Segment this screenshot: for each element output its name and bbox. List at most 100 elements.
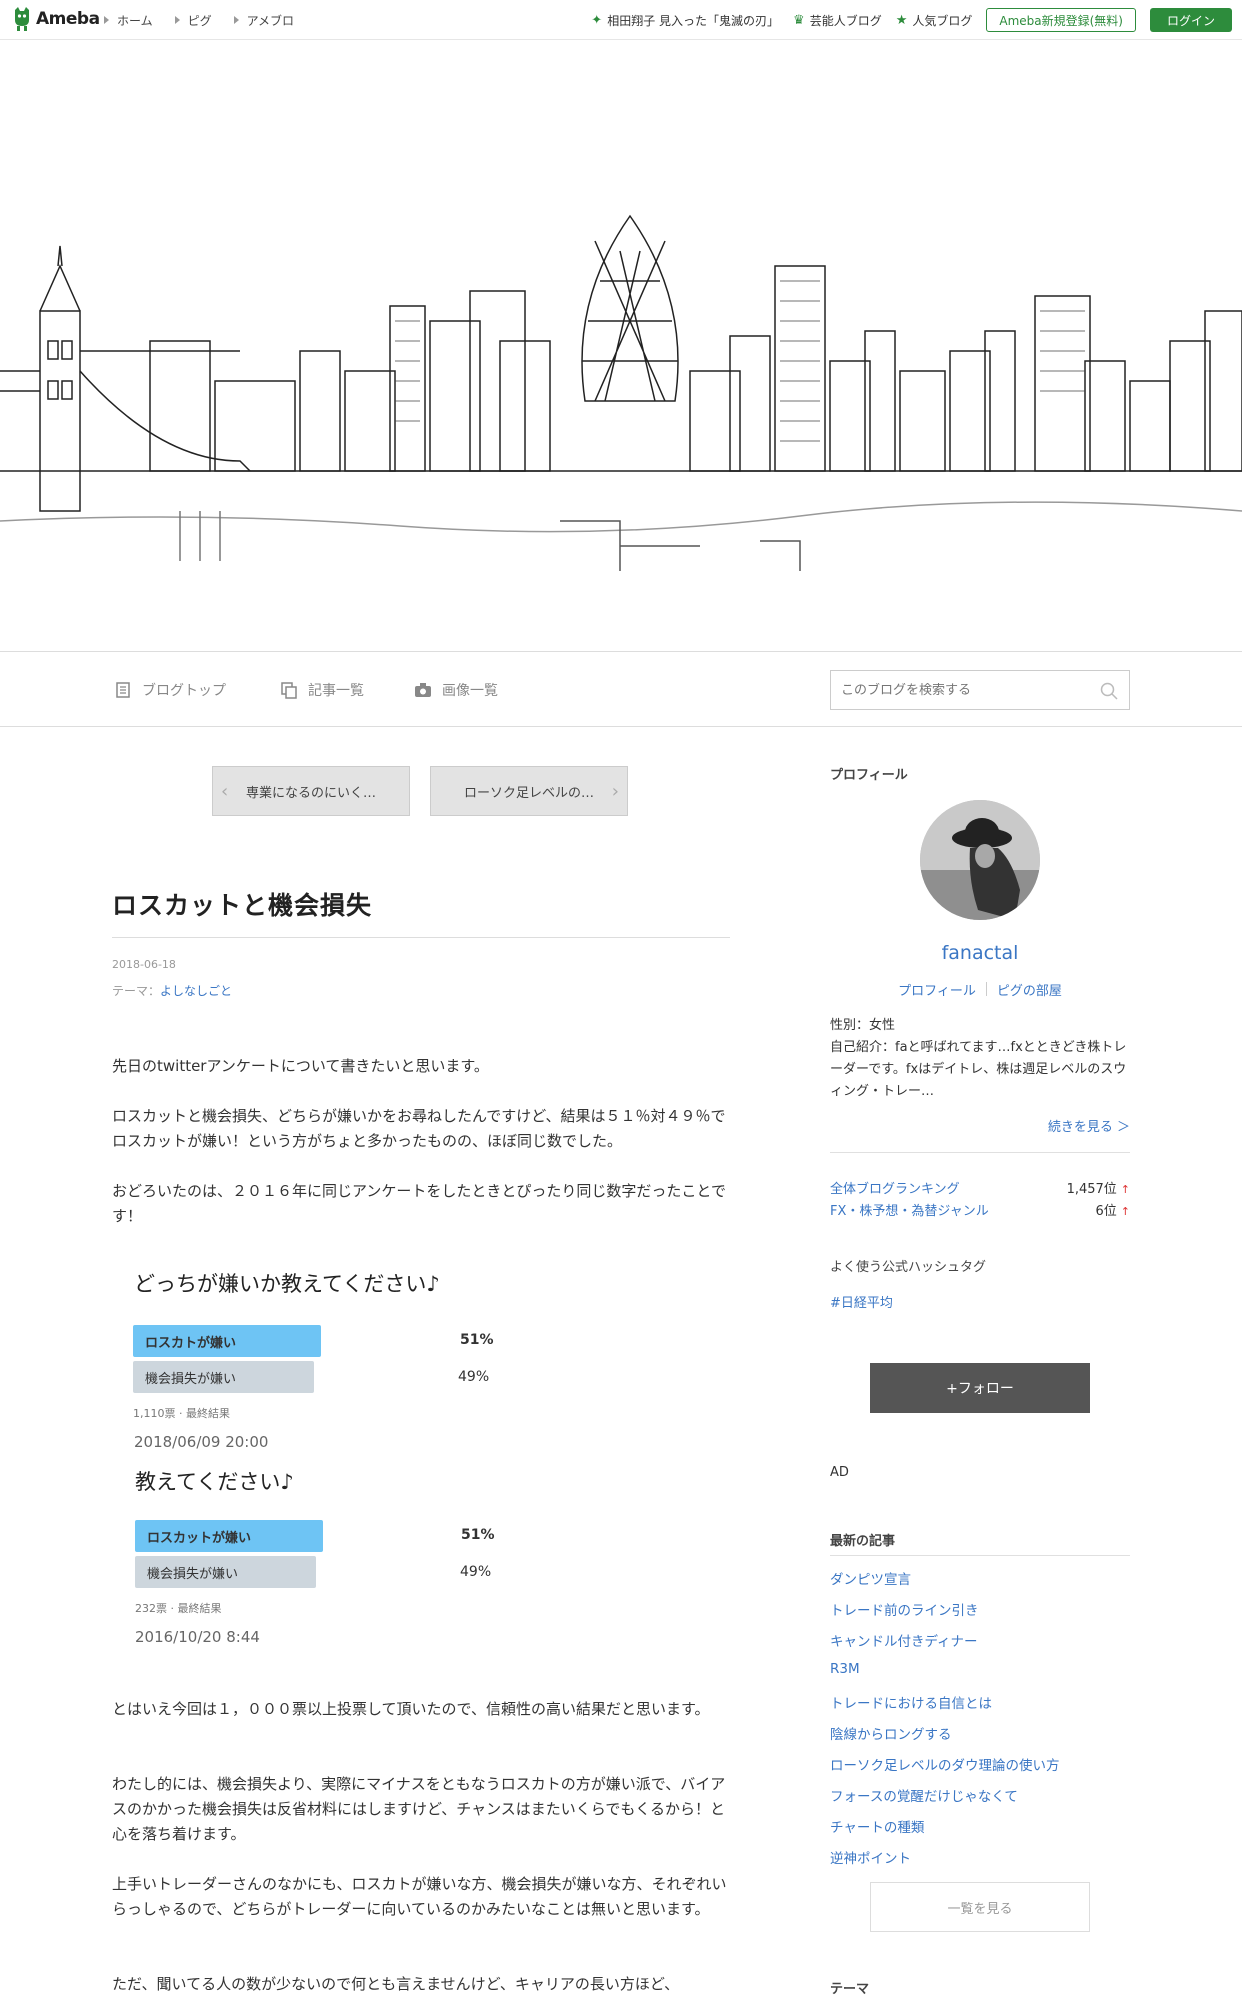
poll-option-bar: ロスカトが嫌い (133, 1325, 321, 1357)
recent-article-link[interactable]: ダンピツ宣言 (830, 1568, 911, 1588)
poll-percent: 49% (460, 1564, 492, 1580)
article-date: 2018-06-18 (112, 958, 176, 971)
recent-article-link[interactable]: 陰線からロングする (830, 1723, 952, 1743)
avatar-photo (920, 800, 1040, 920)
ranking-value: 6位 ↑ (1095, 1204, 1131, 1219)
triangle-right-icon (174, 16, 180, 24)
title-divider (112, 937, 730, 938)
recent-article-link[interactable]: トレード前のライン引き (830, 1599, 979, 1619)
poll-votes: 232票 · 最終結果 (135, 1602, 222, 1615)
profile-name[interactable]: fanactal (830, 942, 1130, 964)
header-image-skyline (0, 41, 1242, 651)
crown-icon: ♛ (793, 12, 805, 28)
register-button[interactable]: Ameba新規登録(無料) (986, 8, 1136, 32)
blog-top-link[interactable]: ブログトップ (114, 652, 226, 728)
recent-article-link[interactable]: キャンドル付きディナー (830, 1630, 978, 1650)
profile-more-link[interactable]: 続きを見る ＞ (1048, 1116, 1130, 1135)
global-right: ✦ 相田翔子 見入った「鬼滅の刃」 ♛ 芸能人ブログ ★ 人気ブログ Ameba新規登… (591, 0, 1232, 40)
theme-heading: テーマ (830, 1982, 870, 1997)
blog-nav: ブログトップ 記事一覧 画像一覧 (0, 651, 1242, 727)
blog-search-input[interactable] (841, 682, 1091, 698)
profile-intro: 自己紹介：faと呼ばれてます…fxとときどき株トレーダーです。fxはデイトレ、株… (830, 1040, 1127, 1099)
recent-article-link[interactable]: チャートの種類 (830, 1816, 924, 1836)
arrow-up-icon: ↑ (1120, 1183, 1130, 1196)
recent-article-link[interactable]: ローソク足レベルのダウ理論の使い方 (830, 1754, 1060, 1774)
logo-text: Ameba (36, 9, 100, 29)
global-nav: ホーム ピグ アメブロ (104, 0, 294, 40)
hashtag-link[interactable]: #日経平均 (830, 1292, 893, 1311)
ranking-row[interactable]: 全体ブログランキング 1,457位 ↑ (830, 1178, 1130, 1197)
recent-article-link[interactable]: フォースの覚醒だけじゃなくて (830, 1785, 1018, 1805)
copy-icon (281, 682, 297, 699)
recent-article-link[interactable]: トレードにおける自信とは (830, 1692, 992, 1712)
theme-link[interactable]: よしなしごと (160, 984, 232, 998)
divider (985, 982, 987, 996)
search-icon[interactable] (1099, 681, 1119, 701)
pigg-room-link[interactable]: ピグの部屋 (997, 980, 1062, 999)
celeb-blog-link[interactable]: ♛ 芸能人ブログ (793, 12, 882, 29)
triangle-right-icon (233, 16, 239, 24)
ameba-mascot-icon (15, 7, 29, 31)
paragraph: おどろいたのは、２０１６年に同じアンケートをしたときとぴったり同じ数字だったこと… (112, 1182, 726, 1225)
ameba-logo[interactable]: Ameba (12, 6, 100, 32)
ad-label: AD (830, 1465, 849, 1480)
poll-percent: 51% (461, 1527, 495, 1543)
article-title: ロスカットと機会損失 (112, 891, 373, 920)
poll-percent: 49% (458, 1369, 490, 1385)
poll-option-bar: 機会損失が嫌い (135, 1556, 316, 1588)
view-all-button[interactable]: 一覧を見る (870, 1882, 1090, 1932)
prev-article-button[interactable]: ‹ 専業になるのにいく… (212, 766, 410, 816)
poll-question: どっちが嫌いか教えてください♪ (134, 1272, 440, 1296)
hashtag-heading: よく使う公式ハッシュタグ (830, 1260, 987, 1275)
recent-article-link[interactable]: 逆神ポイント (830, 1847, 911, 1867)
recent-article-link[interactable]: R3M (830, 1661, 860, 1677)
arrow-up-icon: ↑ (1120, 1205, 1130, 1218)
ranking-label: FX・株予想・為替ジャンル (830, 1204, 989, 1219)
follow-button[interactable]: +フォロー (870, 1363, 1090, 1413)
blog-search-box (830, 670, 1130, 710)
document-icon (116, 682, 130, 698)
profile-link[interactable]: プロフィール (898, 980, 976, 999)
paragraph: ただ、聞いてる人の数が少ないので何とも言えませんけど、キャリアの長い方ほど、 (112, 1975, 680, 1993)
article-theme: テーマ：よしなしごと (112, 984, 233, 998)
paragraph: 上手いトレーダーさんのなかにも、ロスカトが嫌いな方、機会損失が嫌いな方、それぞれ… (112, 1875, 727, 1918)
divider (830, 1152, 1130, 1153)
avatar[interactable] (920, 800, 1040, 920)
image-list-link[interactable]: 画像一覧 (414, 652, 498, 728)
ranking-row[interactable]: FX・株予想・為替ジャンル 6位 ↑ (830, 1200, 1130, 1219)
trend-link[interactable]: ✦ 相田翔子 見入った「鬼滅の刃」 (591, 12, 779, 29)
poll-date: 2018/06/09 20:00 (134, 1433, 269, 1451)
paragraph: 先日のtwitterアンケートについて書きたいと思います。 (112, 1057, 489, 1075)
global-header: Ameba ホーム ピグ アメブロ ✦ 相田翔子 見入った「鬼滅の刃」 ♛ 芸能人ブ… (0, 0, 1242, 40)
nav-ameblo[interactable]: アメブロ (233, 12, 294, 29)
poll-percent: 51% (460, 1332, 494, 1348)
poll-question: 教えてください♪ (135, 1470, 294, 1494)
profile-heading: プロフィール (830, 768, 908, 783)
poll-option-bar: 機会損失が嫌い (133, 1361, 314, 1393)
camera-icon (415, 683, 431, 697)
login-button[interactable]: ログイン (1150, 8, 1232, 32)
poll-votes: 1,110票 · 最終結果 (133, 1407, 230, 1420)
article-list-link[interactable]: 記事一覧 (280, 652, 364, 728)
paragraph: とはいえ今回は１，０００票以上投票して頂いたので、信頼性の高い結果だと思います。 (112, 1700, 710, 1718)
profile-links: プロフィール ピグの部屋 (830, 980, 1130, 999)
star-icon: ★ (895, 12, 908, 28)
divider (830, 1555, 1130, 1556)
poll-option-bar: ロスカットが嫌い (135, 1520, 323, 1552)
popular-blog-link[interactable]: ★ 人気ブログ (896, 12, 973, 29)
triangle-right-icon (104, 16, 109, 24)
profile-gender: 性別：女性 (830, 1018, 896, 1033)
paragraph: わたし的には、機会損失より、実際にマイナスをともなうロスカトの方が嫌い派で、バイ… (112, 1775, 726, 1843)
nav-home[interactable]: ホーム (104, 12, 153, 29)
ranking-value: 1,457位 ↑ (1066, 1182, 1130, 1197)
recent-heading: 最新の記事 (830, 1534, 896, 1549)
ranking-label: 全体ブログランキング (830, 1182, 960, 1197)
nav-pigg[interactable]: ピグ (174, 12, 212, 29)
paragraph: ロスカットと機会損失、どちらが嫌いかをお尋ねしたんですけど、結果は５１％対４９％… (112, 1107, 726, 1150)
chevron-left-icon: ‹ (221, 781, 229, 802)
skyline-illustration (0, 214, 1242, 571)
chevron-right-icon: › (611, 781, 619, 802)
poll-date: 2016/10/20 8:44 (135, 1628, 260, 1646)
sparkle-icon: ✦ (591, 12, 603, 28)
next-article-button[interactable]: ローソク足レベルの… › (430, 766, 628, 816)
